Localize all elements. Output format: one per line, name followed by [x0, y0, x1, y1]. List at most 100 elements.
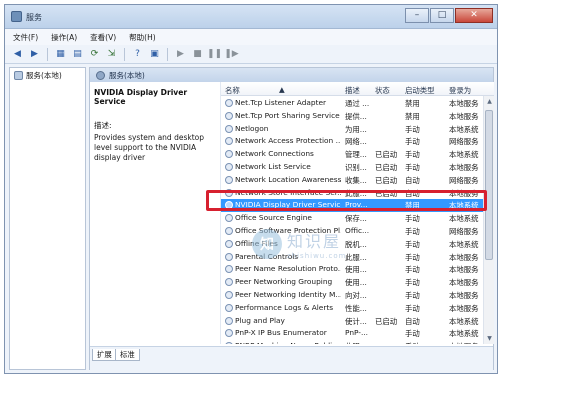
- column-name[interactable]: 名称: [225, 85, 240, 96]
- selected-service-name: NVIDIA Display Driver Service: [94, 88, 188, 106]
- service-startup-type: 手动: [405, 239, 420, 249]
- service-gear-icon: [225, 163, 233, 171]
- service-gear-icon: [225, 124, 233, 133]
- console-tree-icon[interactable]: ▦: [54, 48, 67, 61]
- service-logon-as: 本地服务: [449, 252, 479, 262]
- toolbar-separator: [167, 47, 168, 61]
- watermark-text: 知识屋 zhishiwu.com: [287, 228, 346, 260]
- service-status: 已启动: [375, 163, 398, 172]
- scroll-down-icon[interactable]: ▼: [484, 333, 494, 344]
- table-row[interactable]: Plug and Play 使计... 已启动 自动 本地系统: [221, 315, 483, 328]
- tab-standard[interactable]: 标准: [115, 349, 140, 361]
- table-row[interactable]: Network Connections 管理... 已启动 手动 本地系统: [221, 148, 483, 161]
- stop-icon[interactable]: ■: [191, 48, 204, 61]
- restart-icon[interactable]: ❚▶: [224, 48, 238, 61]
- service-status: 已启动: [375, 316, 398, 326]
- service-startup-type: 手动: [405, 291, 420, 300]
- service-startup-type: 手动: [405, 150, 420, 160]
- menu-view[interactable]: 查看(V): [90, 32, 116, 43]
- service-logon-as: 本地系统: [449, 150, 479, 160]
- table-row[interactable]: Peer Name Resolution Proto... 使用... 手动 本地服务: [221, 263, 483, 276]
- service-gear-icon: [225, 291, 233, 299]
- column-header-row: 名称 ▲ 描述 状态 启动类型 登录为: [221, 82, 494, 96]
- service-startup-type: 手动: [405, 214, 420, 224]
- scroll-up-icon[interactable]: ▲: [484, 96, 494, 107]
- maximize-button[interactable]: □: [430, 8, 454, 23]
- table-row[interactable]: Net.Tcp Listener Adapter 通过 ... 禁用 本地服务: [221, 97, 483, 110]
- pause-icon[interactable]: ❚❚: [207, 48, 222, 61]
- table-row[interactable]: Peer Networking Identity M... 向对... 手动 本地服务: [221, 289, 483, 302]
- table-row[interactable]: Netlogon 为用... 手动 本地系统: [221, 123, 483, 136]
- service-name: PnP-X IP Bus Enumerator: [235, 328, 327, 338]
- service-gear-icon: [225, 316, 233, 325]
- service-gear-icon: [225, 99, 233, 107]
- services-app-icon: [11, 11, 22, 22]
- watermark-en: zhishiwu.com: [287, 252, 347, 260]
- table-row[interactable]: Network Access Protection ... 网络... 手动 网络服务: [221, 135, 483, 148]
- start-icon[interactable]: ▶: [174, 48, 187, 61]
- column-logon-as[interactable]: 登录为: [449, 85, 471, 96]
- service-startup-type: 手动: [405, 163, 420, 172]
- minimize-button[interactable]: –: [405, 8, 429, 23]
- column-description[interactable]: 描述: [345, 85, 360, 96]
- toolbar-separator: [47, 47, 48, 61]
- table-row[interactable]: Net.Tcp Port Sharing Service 提供... 禁用 本地服务: [221, 110, 483, 123]
- scroll-thumb[interactable]: [485, 110, 493, 260]
- service-logon-as: 本地服务: [449, 265, 479, 275]
- help-icon[interactable]: ?: [131, 48, 144, 61]
- menu-help[interactable]: 帮助(H): [129, 32, 156, 43]
- description-label: 描述:: [94, 121, 112, 130]
- back-icon[interactable]: ◀: [11, 48, 24, 61]
- service-description: Provides system and desktop level suppor…: [94, 133, 204, 162]
- service-gear-icon: [225, 111, 233, 120]
- service-gear-icon: [225, 278, 233, 287]
- properties-icon[interactable]: ▤: [71, 48, 84, 61]
- service-description-short: 管理...: [345, 150, 367, 160]
- tree-item-services-local[interactable]: 服务(本地): [14, 70, 62, 81]
- toolbar: ◀ ▶ ▦ ▤ ⟳ ⇲ ? ▣ ▶ ■ ❚❚ ❚▶: [5, 45, 497, 64]
- service-description-short: 性能...: [345, 303, 367, 313]
- refresh-icon[interactable]: ⟳: [88, 48, 101, 61]
- console-tree: 服务(本地): [9, 67, 86, 370]
- service-logon-as: 本地系统: [449, 329, 479, 339]
- services-list: 名称 ▲ 描述 状态 启动类型 登录为 Net.Tcp Listener Ada…: [220, 82, 494, 344]
- table-row[interactable]: Performance Logs & Alerts 性能... 手动 本地服务: [221, 302, 483, 315]
- column-startup-type[interactable]: 启动类型: [405, 85, 435, 96]
- table-row[interactable]: Office Source Engine 保存... 手动 本地系统: [221, 212, 483, 225]
- sort-ascending-icon: ▲: [279, 85, 285, 94]
- service-name: Plug and Play: [235, 315, 285, 325]
- table-row[interactable]: Network List Service 识别... 已启动 手动 本地服务: [221, 161, 483, 174]
- service-startup-type: 手动: [405, 278, 420, 288]
- service-gear-icon: [225, 303, 233, 312]
- service-logon-as: 本地服务: [449, 341, 483, 344]
- service-gear-icon: [225, 265, 233, 274]
- service-gear-icon: [225, 342, 233, 344]
- column-status[interactable]: 状态: [375, 85, 390, 96]
- tab-extended[interactable]: 扩展: [92, 349, 117, 361]
- service-gear-icon: [225, 175, 233, 184]
- service-startup-type: 禁用: [405, 99, 420, 108]
- table-row[interactable]: PNRP Machine Name Public... 此服... 手动 本地服务: [221, 340, 483, 344]
- title-bar[interactable]: 服务 – □ ✕: [5, 5, 497, 29]
- service-name: Peer Networking Grouping: [235, 277, 333, 287]
- service-gear-icon: [225, 239, 233, 248]
- service-status: 已启动: [375, 175, 398, 185]
- menu-file[interactable]: 文件(F): [13, 32, 38, 43]
- service-gear-icon: [225, 150, 233, 159]
- close-button[interactable]: ✕: [455, 8, 493, 23]
- table-row[interactable]: PnP-X IP Bus Enumerator PnP-... 手动 本地系统: [221, 327, 483, 340]
- table-row[interactable]: Peer Networking Grouping 使用... 手动 本地服务: [221, 276, 483, 289]
- service-name: Performance Logs & Alerts: [235, 302, 334, 312]
- export-icon[interactable]: ⇲: [105, 48, 118, 61]
- table-row[interactable]: Network Location Awareness 收集... 已启动 自动 网络服务: [221, 174, 483, 187]
- service-description-short: 使用...: [345, 265, 367, 275]
- service-startup-type: 手动: [405, 252, 420, 262]
- service-logon-as: 本地系统: [449, 124, 479, 134]
- menu-action[interactable]: 操作(A): [51, 32, 77, 43]
- mmc-icon[interactable]: ▣: [148, 48, 161, 61]
- service-description-short: 保存...: [345, 214, 367, 224]
- forward-icon[interactable]: ▶: [28, 48, 41, 61]
- service-gear-icon: [225, 227, 233, 235]
- service-startup-type: 手动: [405, 341, 445, 344]
- vertical-scrollbar[interactable]: ▲ ▼: [483, 96, 494, 344]
